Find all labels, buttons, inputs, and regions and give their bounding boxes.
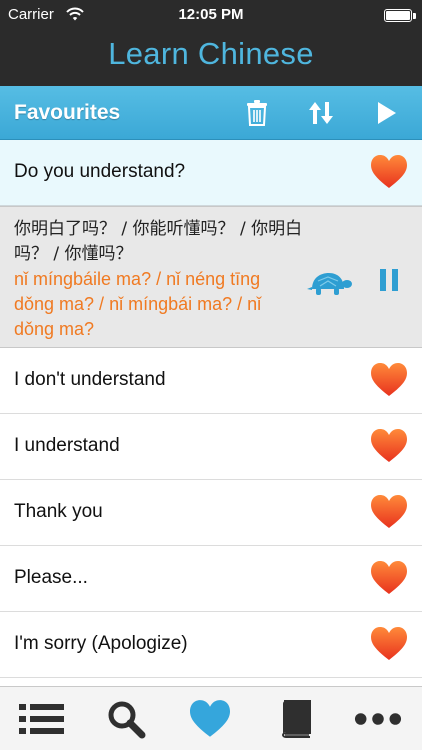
app-title: Learn Chinese: [108, 36, 314, 71]
phrase-label: I understand: [14, 435, 120, 456]
status-bar: Carrier 12:05 PM: [0, 0, 422, 30]
pause-icon-bar: [392, 269, 398, 291]
phrase-label: Do you understand?: [14, 161, 186, 182]
tab-search[interactable]: [102, 697, 150, 741]
heart-icon[interactable]: [370, 494, 408, 530]
list-icon: [19, 704, 64, 734]
tab-list[interactable]: [18, 697, 66, 741]
heart-icon[interactable]: [370, 362, 408, 398]
battery-level: [386, 11, 410, 20]
heart-icon: [190, 700, 230, 737]
clock: 12:05 PM: [178, 6, 244, 23]
battery-tip: [413, 13, 416, 19]
delete-button[interactable]: [240, 96, 274, 130]
list-item[interactable]: I don't understand: [0, 348, 422, 414]
expanded-translation: 你明白了吗？ / 你能听懂吗？ / 你明白吗？ / 你懂吗？ nǐ míngbá…: [0, 206, 422, 348]
book-icon: [281, 700, 311, 738]
tab-book[interactable]: [272, 697, 320, 741]
phrase-list: Do you understand? 你明白了吗？ / 你能听懂吗？ / 你明白…: [0, 140, 422, 678]
more-icon: [354, 713, 402, 725]
pinyin-translation: nǐ míngbáile ma? / nǐ néng tīng dǒng ma?…: [14, 269, 262, 339]
heart-icon[interactable]: [370, 428, 408, 464]
favourites-toolbar: Favourites: [0, 86, 422, 140]
sort-icon: [309, 102, 333, 124]
heart-icon[interactable]: [370, 626, 408, 662]
phrase-label: I don't understand: [14, 369, 166, 390]
page-title: Favourites: [14, 101, 121, 124]
phrase-label: Thank you: [14, 501, 103, 522]
list-item[interactable]: Thank you: [0, 480, 422, 546]
tab-favourites[interactable]: [186, 697, 234, 741]
sort-button[interactable]: [304, 96, 338, 130]
turtle-icon[interactable]: [306, 269, 352, 297]
list-item[interactable]: I understand: [0, 414, 422, 480]
heart-icon[interactable]: [370, 154, 408, 190]
app-header: Learn Chinese: [0, 30, 422, 86]
play-button[interactable]: [370, 96, 404, 130]
chinese-translation: 你明白了吗？ / 你能听懂吗？ / 你明白吗？ / 你懂吗？: [14, 219, 303, 264]
list-item[interactable]: I'm sorry (Apologize): [0, 612, 422, 678]
search-icon: [108, 701, 146, 739]
play-icon: [378, 102, 396, 124]
list-item[interactable]: Please...: [0, 546, 422, 612]
pause-icon-bar: [380, 269, 386, 291]
battery-icon: [384, 9, 412, 22]
phrase-label: Please...: [14, 567, 88, 588]
pause-button[interactable]: [380, 269, 400, 291]
phrase-label: I'm sorry (Apologize): [14, 633, 188, 654]
trash-icon: [247, 100, 267, 126]
tab-more[interactable]: [354, 697, 402, 741]
heart-icon[interactable]: [370, 560, 408, 596]
list-item-selected[interactable]: Do you understand?: [0, 140, 422, 206]
tab-bar: [0, 686, 422, 750]
